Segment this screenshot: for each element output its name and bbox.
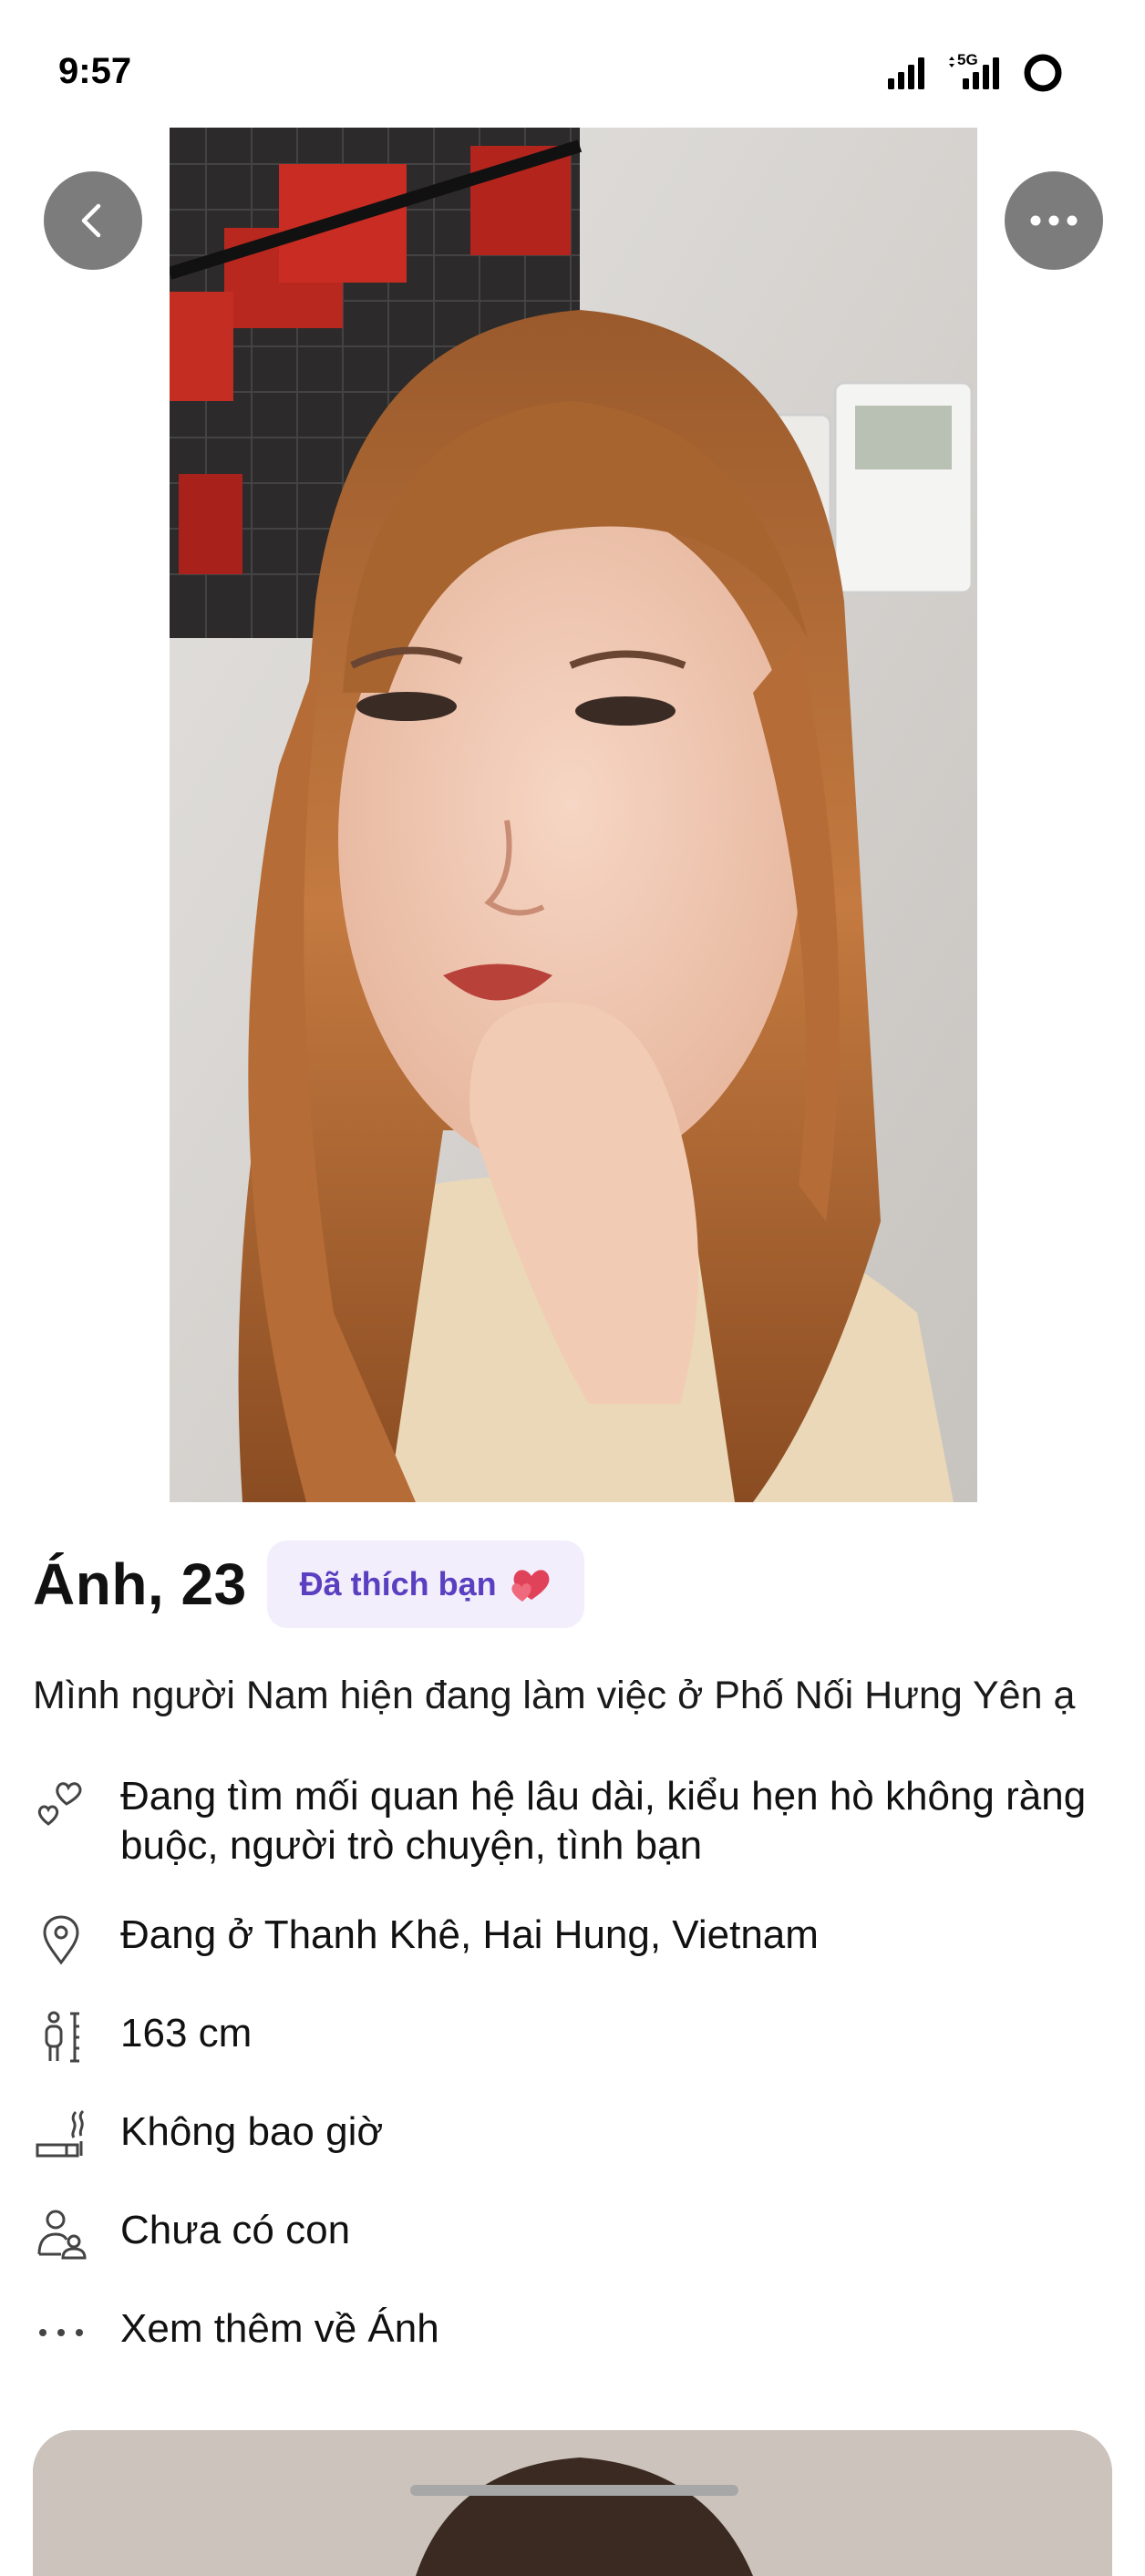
more-options-button[interactable] <box>1005 171 1103 270</box>
height-icon <box>33 2009 89 2066</box>
location-pin-icon <box>33 1911 89 1967</box>
info-location: Đang ở Thanh Khê, Hai Hung, Vietnam <box>33 1911 819 1967</box>
back-button[interactable] <box>44 171 142 270</box>
status-icons: 5G <box>886 51 1063 93</box>
see-more-link[interactable]: Xem thêm về Ánh <box>33 2304 439 2361</box>
more-dots-icon <box>33 2304 89 2361</box>
smoking-icon <box>33 2107 89 2164</box>
see-more-label[interactable]: Xem thêm về Ánh <box>120 2304 1105 2354</box>
info-children: Chưa có con <box>33 2206 350 2262</box>
info-text: 163 cm <box>120 2011 253 2056</box>
signal-icon <box>888 57 924 89</box>
info-text: Không bao giờ <box>120 2109 384 2154</box>
profile-name-age: Ánh, 23 <box>33 1551 247 1617</box>
info-text: Chưa có con <box>120 2208 351 2252</box>
hearts-icon <box>511 1570 550 1602</box>
battery-ring-icon <box>1024 54 1062 92</box>
liked-you-badge: Đã thích bạn <box>266 1540 584 1628</box>
home-indicator <box>410 2485 738 2496</box>
liked-you-label: Đã thích bạn <box>299 1565 497 1602</box>
more-dots-icon <box>1030 215 1078 226</box>
profile-photo[interactable] <box>170 128 977 1502</box>
profile-bio: Mình người Nam hiện đang làm việc ở Phố … <box>33 1674 1076 1717</box>
status-time: 9:57 <box>58 51 132 91</box>
info-relationship-goals: Đang tìm mối quan hệ lâu dài, kiểu hẹn h… <box>33 1774 1086 1868</box>
network-type-label: 5G <box>957 51 978 68</box>
next-profile-photo[interactable] <box>33 2430 1112 2576</box>
info-smoking: Không bao giờ <box>33 2107 383 2164</box>
info-text: Đang tìm mối quan hệ lâu dài, kiểu hẹn h… <box>120 1774 1087 1868</box>
cellular-5g-icon: 5G <box>946 51 1003 91</box>
chevron-left-icon <box>81 203 101 238</box>
name-row: Ánh, 23 Đã thích bạn <box>33 1540 584 1628</box>
info-height: 163 cm <box>33 2009 252 2066</box>
children-icon <box>33 2206 89 2262</box>
info-text: Đang ở Thanh Khê, Hai Hung, Vietnam <box>120 1912 819 1957</box>
status-bar: 9:57 5G <box>0 0 1145 128</box>
relationship-hearts-icon <box>33 1776 89 1832</box>
